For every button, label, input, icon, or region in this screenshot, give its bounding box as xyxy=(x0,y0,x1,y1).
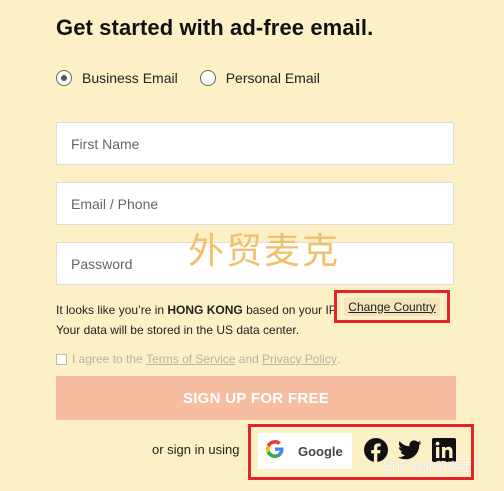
change-country-link[interactable]: Change Country xyxy=(344,297,440,316)
location-notice: It looks like you’re in HONG KONG based … xyxy=(56,300,356,340)
email-phone-field-wrapper xyxy=(56,182,454,225)
personal-email-label: Personal Email xyxy=(225,70,320,86)
google-sign-in-button[interactable]: Google xyxy=(258,433,352,469)
email-phone-field[interactable] xyxy=(69,194,453,213)
sign-up-button[interactable]: SIGN UP FOR FREE xyxy=(56,376,456,420)
location-prefix: It looks like you’re in xyxy=(56,303,165,317)
or-sign-in-label: or sign in using xyxy=(152,442,240,457)
terms-checkbox[interactable] xyxy=(56,353,67,365)
business-email-label: Business Email xyxy=(82,70,178,86)
terms-agreement: I agree to the Terms of Service and Priv… xyxy=(56,352,340,366)
terms-prefix: I agree to the xyxy=(72,352,143,366)
business-email-radio[interactable]: Business Email xyxy=(56,70,178,86)
personal-email-radio[interactable]: Personal Email xyxy=(199,70,320,86)
first-name-field-wrapper xyxy=(56,122,454,165)
account-type-radio-group: Business Email Personal Email xyxy=(56,70,342,86)
terms-and: and xyxy=(238,352,259,366)
change-country-highlight: Change Country xyxy=(334,290,450,323)
radio-unchecked-icon[interactable] xyxy=(199,70,216,86)
location-suffix: based on your IP xyxy=(246,303,337,317)
zhihu-watermark: 知乎 @外贸麦克 xyxy=(383,460,471,474)
data-center-notice: Your data will be stored in the US data … xyxy=(56,323,300,337)
location-country: HONG KONG xyxy=(167,303,243,317)
terms-of-service-link[interactable]: Terms of Service xyxy=(146,352,235,366)
page-title: Get started with ad-free email. xyxy=(56,15,374,40)
google-label: Google xyxy=(298,443,343,459)
first-name-field[interactable] xyxy=(69,134,453,153)
privacy-policy-link[interactable]: Privacy Policy xyxy=(262,352,337,366)
radio-checked-icon[interactable] xyxy=(56,70,72,86)
google-icon xyxy=(266,439,284,463)
terms-end: . xyxy=(336,352,341,366)
watermark-text: 外贸麦克 xyxy=(188,231,341,272)
